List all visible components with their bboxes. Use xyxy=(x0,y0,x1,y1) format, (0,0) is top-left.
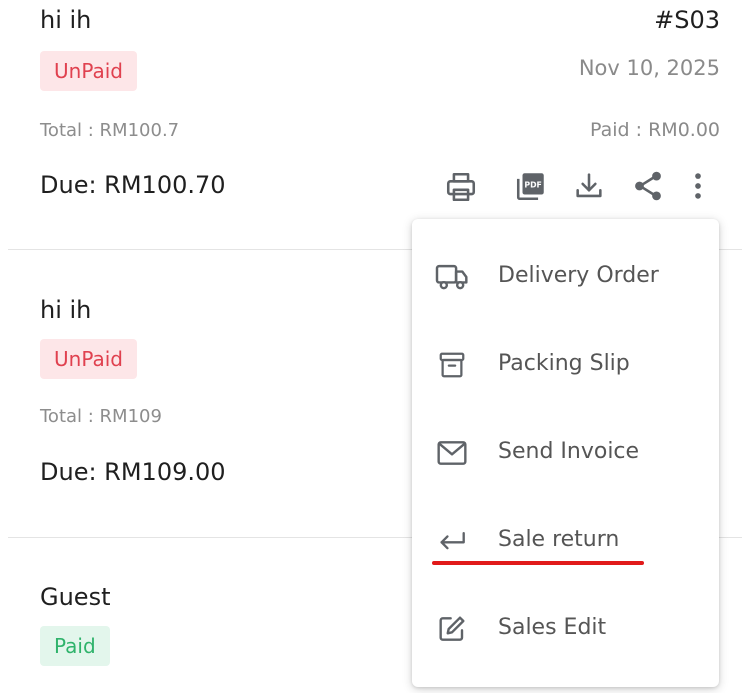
menu-item-send-invoice[interactable]: Send Invoice xyxy=(412,409,719,497)
printer-icon[interactable] xyxy=(441,167,481,207)
svg-text:PDF: PDF xyxy=(524,180,541,189)
menu-item-sale-return[interactable]: Sale return xyxy=(412,497,719,585)
invoice-due: Due: RM100.70 xyxy=(40,171,226,199)
customer-name: Guest xyxy=(40,583,111,611)
invoice-due: Due: RM109.00 xyxy=(40,458,226,486)
archive-box-icon xyxy=(434,349,470,381)
menu-item-label: Send Invoice xyxy=(498,439,640,464)
pdf-icon[interactable]: PDF xyxy=(511,166,551,206)
highlight-underline xyxy=(432,561,644,565)
status-badge: UnPaid xyxy=(40,339,137,379)
customer-name: hi ih xyxy=(40,296,92,324)
invoice-total: Total : RM109 xyxy=(40,406,162,427)
menu-item-packing-slip[interactable]: Packing Slip xyxy=(412,321,719,409)
invoice-number: #S03 xyxy=(654,6,720,34)
more-actions-menu: Delivery Order Packing Slip Send Invoice xyxy=(412,219,719,687)
customer-name: hi ih xyxy=(40,6,92,34)
menu-item-sales-edit[interactable]: Sales Edit xyxy=(412,585,719,673)
invoice-paid: Paid : RM0.00 xyxy=(590,119,720,141)
menu-item-label: Sales Edit xyxy=(498,615,607,640)
menu-item-label: Sale return xyxy=(498,527,620,552)
mail-icon xyxy=(434,437,470,469)
invoice-card[interactable]: hi ih UnPaid Total : RM100.7 Due: RM100.… xyxy=(0,0,742,250)
more-vertical-icon[interactable] xyxy=(678,166,718,206)
status-badge: Paid xyxy=(40,626,110,666)
share-icon[interactable] xyxy=(628,166,668,206)
edit-icon xyxy=(434,613,470,645)
menu-item-label: Packing Slip xyxy=(498,351,630,376)
menu-item-label: Delivery Order xyxy=(498,263,659,288)
status-badge: UnPaid xyxy=(40,51,137,91)
invoice-date: Nov 10, 2025 xyxy=(578,56,720,80)
return-arrow-icon xyxy=(434,525,470,557)
menu-item-delivery-order[interactable]: Delivery Order xyxy=(412,233,719,321)
truck-icon xyxy=(434,261,470,293)
download-icon[interactable] xyxy=(569,166,609,206)
invoice-total: Total : RM100.7 xyxy=(40,120,180,141)
